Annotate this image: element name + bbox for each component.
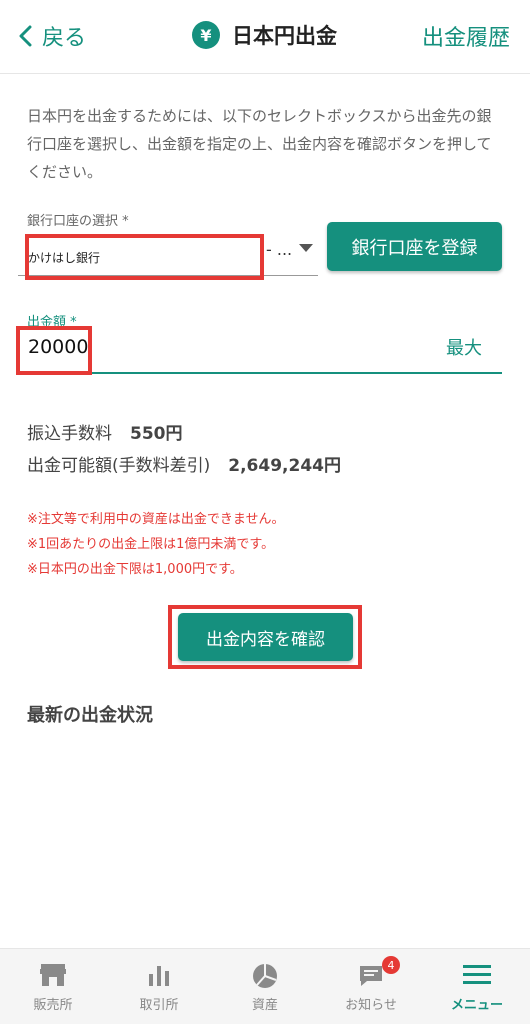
available-amount-value: 2,649,244円 <box>228 456 341 476</box>
notification-badge: 4 <box>382 956 400 974</box>
transfer-fee-label: 振込手数料 <box>27 424 112 444</box>
bottom-navigation: 販売所 取引所 資産 4 お知らせ メニュー <box>0 948 530 1024</box>
withdrawal-history-link[interactable]: 出金履歴 <box>422 20 510 52</box>
nav-label-exchange: 取引所 <box>139 998 179 1013</box>
note-item: ※日本円の出金下限は1,000円です。 <box>27 562 243 577</box>
confirm-withdrawal-button[interactable]: 出金内容を確認 <box>178 613 353 661</box>
nav-item-news[interactable]: 4 お知らせ <box>318 949 424 1024</box>
nav-item-assets[interactable]: 資産 <box>212 949 318 1024</box>
available-amount-row: 出金可能額(手数料差引) 2,649,244円 <box>27 451 341 476</box>
max-amount-button[interactable]: 最大 <box>446 334 482 360</box>
nav-label-store: 販売所 <box>33 998 73 1013</box>
bar-chart-icon <box>149 966 169 986</box>
intro-text: 日本円を出金するためには、以下のセレクトボックスから出金先の銀行口座を選択し、出… <box>27 107 492 181</box>
pie-chart-icon <box>253 964 277 988</box>
bank-highlight-box <box>25 234 264 280</box>
message-icon <box>360 966 382 986</box>
back-button[interactable]: 戻る <box>18 20 86 52</box>
available-amount-label: 出金可能額(手数料差引) <box>27 456 211 476</box>
register-bank-button[interactable]: 銀行口座を登録 <box>327 222 502 271</box>
back-label: 戻る <box>42 26 87 51</box>
nav-item-exchange[interactable]: 取引所 <box>106 949 212 1024</box>
bank-branch-placeholder: - ... <box>266 240 293 259</box>
transfer-fee-value: 550円 <box>130 424 183 444</box>
nav-label-menu: メニュー <box>450 998 503 1013</box>
page-title-group: ¥ 日本円出金 <box>192 20 337 50</box>
dropdown-arrow-icon <box>299 244 313 252</box>
nav-label-news: お知らせ <box>345 998 397 1013</box>
transfer-fee-row: 振込手数料 550円 <box>27 419 183 444</box>
nav-item-menu[interactable]: メニュー <box>424 949 530 1024</box>
note-item: ※注文等で利用中の資産は出金できません。 <box>27 512 285 527</box>
app-header: 戻る ¥ 日本円出金 出金履歴 <box>0 0 530 74</box>
page-title: 日本円出金 <box>232 24 337 48</box>
nav-label-assets: 資産 <box>251 998 278 1013</box>
amount-highlight-box <box>16 326 92 375</box>
note-item: ※1回あたりの出金上限は1億円未満です。 <box>27 537 275 552</box>
nav-item-store[interactable]: 販売所 <box>0 949 106 1024</box>
store-icon <box>40 964 66 986</box>
yen-icon: ¥ <box>192 21 220 49</box>
menu-icon <box>463 965 491 984</box>
notes-list: ※注文等で利用中の資産は出金できません。 ※1回あたりの出金上限は1億円未満です… <box>27 507 285 582</box>
bank-select-label: 銀行口座の選択 * <box>27 214 129 229</box>
chevron-left-icon <box>19 25 32 47</box>
recent-withdrawal-title: 最新の出金状況 <box>27 705 153 726</box>
